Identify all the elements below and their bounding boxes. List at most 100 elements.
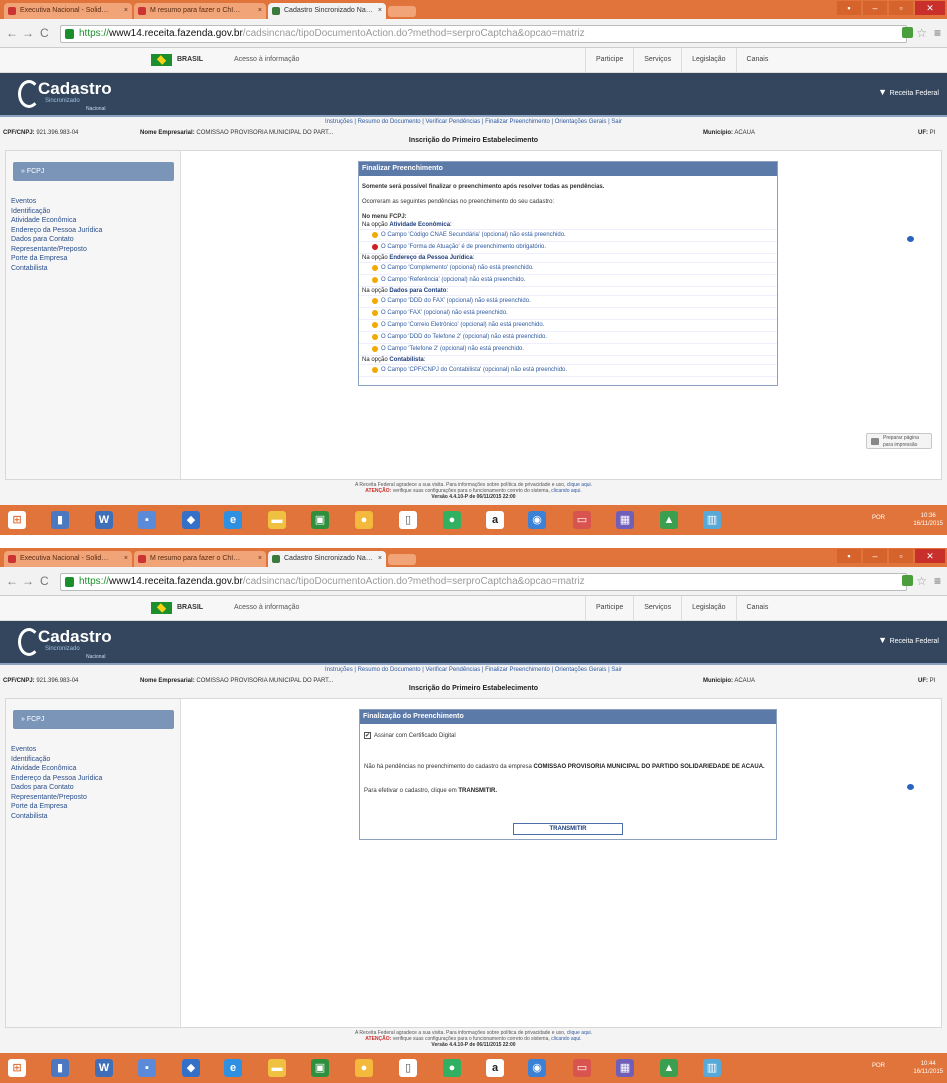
sidebar-item-identificacao[interactable]: Identificação: [11, 755, 102, 765]
sidebar-item-identificacao[interactable]: Identificação: [11, 207, 102, 217]
pendencia-item[interactable]: O Campo 'DDD do Telefone 2' (opcional) n…: [359, 332, 777, 344]
new-tab-button[interactable]: [388, 6, 416, 17]
pendencia-item[interactable]: O Campo 'DDD do FAX' (opcional) não está…: [359, 296, 777, 308]
tab-resumo[interactable]: M resumo para fazer o ChI… ×: [134, 3, 266, 19]
document-icon[interactable]: ▯: [399, 1059, 417, 1077]
taskbar-app-icon[interactable]: ●: [355, 511, 373, 529]
sidebar-item-contabilista[interactable]: Contabilista: [11, 264, 102, 274]
tab-cadastro[interactable]: Cadastro Sincronizado Na… ×: [268, 3, 386, 19]
taskbar-app-icon[interactable]: ◆: [182, 511, 200, 529]
clock[interactable]: 10:36 16/11/2015: [913, 512, 943, 528]
taskbar-app-icon[interactable]: ●: [443, 1059, 461, 1077]
taskbar-app-icon[interactable]: ▭: [573, 1059, 591, 1077]
sidebar-item-contabilista[interactable]: Contabilista: [11, 812, 102, 822]
minimize-icon[interactable]: –: [863, 549, 887, 563]
sidebar-item-representante[interactable]: Representante/Preposto: [11, 245, 102, 255]
top-nav[interactable]: Instruções | Resumo do Documento | Verif…: [0, 665, 947, 676]
pendencia-item[interactable]: O Campo 'Telefone 2' (opcional) não está…: [359, 344, 777, 356]
gov-link-canais[interactable]: Canais: [735, 48, 779, 72]
certificado-checkbox[interactable]: ✔: [364, 732, 371, 739]
sidebar-item-contato[interactable]: Dados para Contato: [11, 783, 102, 793]
tab-executiva[interactable]: Executiva Nacional - Solid… ×: [4, 551, 132, 567]
close-icon[interactable]: ×: [378, 551, 382, 567]
taskbar-app-icon[interactable]: ▪: [138, 511, 156, 529]
taskbar-app-icon[interactable]: ▥: [703, 1059, 721, 1077]
minimize-icon[interactable]: –: [863, 1, 887, 15]
windows-start-icon[interactable]: ⊞: [8, 511, 26, 529]
taskbar-app-icon[interactable]: ●: [443, 511, 461, 529]
transmitir-button[interactable]: TRANSMITIR: [513, 823, 623, 836]
taskbar-app-icon[interactable]: ▦: [616, 511, 634, 529]
taskbar-app-icon[interactable]: ◆: [182, 1059, 200, 1077]
tab-cadastro[interactable]: Cadastro Sincronizado Na… ×: [268, 551, 386, 567]
top-nav[interactable]: Instruções | Resumo do Documento | Verif…: [0, 117, 947, 128]
taskbar-app-icon[interactable]: ▣: [311, 511, 329, 529]
pendencia-item[interactable]: O Campo 'Referência' (opcional) não está…: [359, 275, 777, 287]
amazon-icon[interactable]: a: [486, 1059, 504, 1077]
extension-icon[interactable]: [902, 575, 913, 586]
sidebar-item-endereco[interactable]: Endereço da Pessoa Jurídica: [11, 774, 102, 784]
tab-executiva[interactable]: Executiva Nacional - Solid… ×: [4, 3, 132, 19]
folder-icon[interactable]: ▬: [268, 1059, 286, 1077]
word-icon[interactable]: W: [95, 511, 113, 529]
bookmark-star-icon[interactable]: ☆: [916, 26, 927, 40]
taskbar-app-icon[interactable]: ▮: [51, 1059, 69, 1077]
maximize-icon[interactable]: ▫: [889, 549, 913, 563]
pendencia-item[interactable]: O Campo 'CPF/CNPJ do Contabilista' (opci…: [359, 365, 777, 377]
sidebar-item-endereco[interactable]: Endereço da Pessoa Jurídica: [11, 226, 102, 236]
pendencia-item[interactable]: O Campo 'Forma de Atuação' é de preenchi…: [359, 242, 777, 254]
taskbar-app-icon[interactable]: ▲: [660, 1059, 678, 1077]
config-link[interactable]: clicando aqui.: [551, 488, 582, 494]
word-icon[interactable]: W: [95, 1059, 113, 1077]
tab-resumo[interactable]: M resumo para fazer o ChI… ×: [134, 551, 266, 567]
sidebar-header[interactable]: » FCPJ: [13, 710, 174, 729]
chrome-icon[interactable]: ◉: [528, 1059, 546, 1077]
taskbar-app-icon[interactable]: ▭: [573, 511, 591, 529]
pendencia-item[interactable]: O Campo 'Complemento' (opcional) não est…: [359, 263, 777, 275]
sidebar-header[interactable]: » FCPJ: [13, 162, 174, 181]
close-icon[interactable]: ×: [124, 551, 128, 567]
gov-link-participe[interactable]: Participe: [585, 48, 633, 72]
sidebar-item-contato[interactable]: Dados para Contato: [11, 235, 102, 245]
reload-icon[interactable]: C: [40, 574, 49, 588]
gov-link-canais[interactable]: Canais: [735, 596, 779, 620]
sidebar-item-eventos[interactable]: Eventos: [11, 745, 102, 755]
ie-icon[interactable]: e: [224, 1059, 242, 1077]
close-icon[interactable]: ×: [124, 3, 128, 19]
language-indicator[interactable]: POR: [872, 515, 885, 521]
close-window-icon[interactable]: ✕: [915, 1, 945, 15]
back-icon[interactable]: ←: [6, 26, 18, 40]
pendencia-item[interactable]: O Campo 'Código CNAE Secundária' (opcion…: [359, 230, 777, 242]
gov-link-legislacao[interactable]: Legislação: [681, 596, 735, 620]
bookmark-star-icon[interactable]: ☆: [916, 574, 927, 588]
gov-link-participe[interactable]: Participe: [585, 596, 633, 620]
new-tab-button[interactable]: [388, 554, 416, 565]
menu-icon[interactable]: ≡: [934, 574, 941, 588]
close-icon[interactable]: ×: [378, 3, 382, 19]
folder-icon[interactable]: ▬: [268, 511, 286, 529]
gov-link-servicos[interactable]: Serviços: [633, 596, 681, 620]
gov-brasil-link[interactable]: BRASIL: [177, 604, 203, 611]
amazon-icon[interactable]: a: [486, 511, 504, 529]
forward-icon[interactable]: →: [22, 26, 34, 40]
windows-start-icon[interactable]: ⊞: [8, 1059, 26, 1077]
taskbar-app-icon[interactable]: ▣: [311, 1059, 329, 1077]
print-button[interactable]: Preparar página para impressão: [866, 433, 932, 449]
chrome-icon[interactable]: ◉: [528, 511, 546, 529]
taskbar-app-icon[interactable]: ●: [355, 1059, 373, 1077]
user-icon[interactable]: ▪: [837, 549, 861, 563]
taskbar-app-icon[interactable]: ▲: [660, 511, 678, 529]
sidebar-item-atividade[interactable]: Atividade Econômica: [11, 764, 102, 774]
user-icon[interactable]: ▪: [837, 1, 861, 15]
pendencia-item[interactable]: O Campo 'FAX' (opcional) não está preenc…: [359, 308, 777, 320]
gov-brasil-link[interactable]: BRASIL: [177, 56, 203, 63]
sidebar-item-porte[interactable]: Porte da Empresa: [11, 802, 102, 812]
taskbar-app-icon[interactable]: ▦: [616, 1059, 634, 1077]
reload-icon[interactable]: C: [40, 26, 49, 40]
gov-acesso-link[interactable]: Acesso à informação: [234, 604, 299, 611]
taskbar-app-icon[interactable]: ▥: [703, 511, 721, 529]
document-icon[interactable]: ▯: [399, 511, 417, 529]
gov-link-legislacao[interactable]: Legislação: [681, 48, 735, 72]
forward-icon[interactable]: →: [22, 574, 34, 588]
maximize-icon[interactable]: ▫: [889, 1, 913, 15]
